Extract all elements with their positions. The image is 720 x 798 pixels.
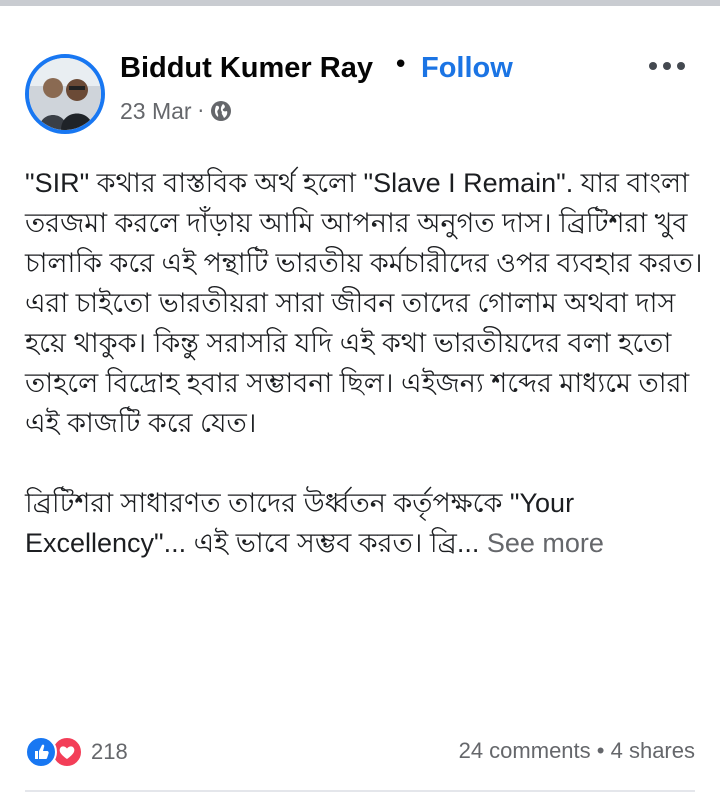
reaction-count: 218 [91,739,128,764]
name-separator: • [393,50,409,80]
globe-icon [210,100,232,122]
post-paragraph: ব্রিটিশরা সাধারণত তাদের উর্ধ্বতন কর্তৃপক… [25,483,705,563]
reactions-summary[interactable]: 218 [25,736,128,768]
meta-separator: · [197,99,204,123]
author-name[interactable]: Biddut Kumer Ray [120,52,373,85]
engagement-stats: 24 comments • 4 shares [459,738,695,764]
footer-divider [25,790,695,792]
post-date[interactable]: 23 Mar [120,98,192,125]
follow-button[interactable]: Follow [421,52,513,85]
more-horizontal-icon[interactable] [647,58,687,74]
avatar[interactable] [25,54,105,134]
stats-separator: • [596,738,605,763]
post-paragraph: "SIR" কথার বাস্তবিক অর্থ হলো "Slave I Re… [25,168,703,438]
post-footer: 218 24 comments • 4 shares [0,728,720,774]
post-meta: 23 Mar · [120,96,232,126]
feed-divider [0,0,720,6]
shares-count[interactable]: 4 shares [611,738,695,763]
comments-count[interactable]: 24 comments [459,738,591,763]
post-text: "SIR" কথার বাস্তবিক অর্থ হলো "Slave I Re… [25,163,705,563]
post-header: Biddut Kumer Ray • Follow 23 Mar · [0,36,720,136]
see-more-link[interactable]: See more [487,528,604,558]
like-reaction-icon [25,736,57,768]
avatar-photo [29,58,101,130]
